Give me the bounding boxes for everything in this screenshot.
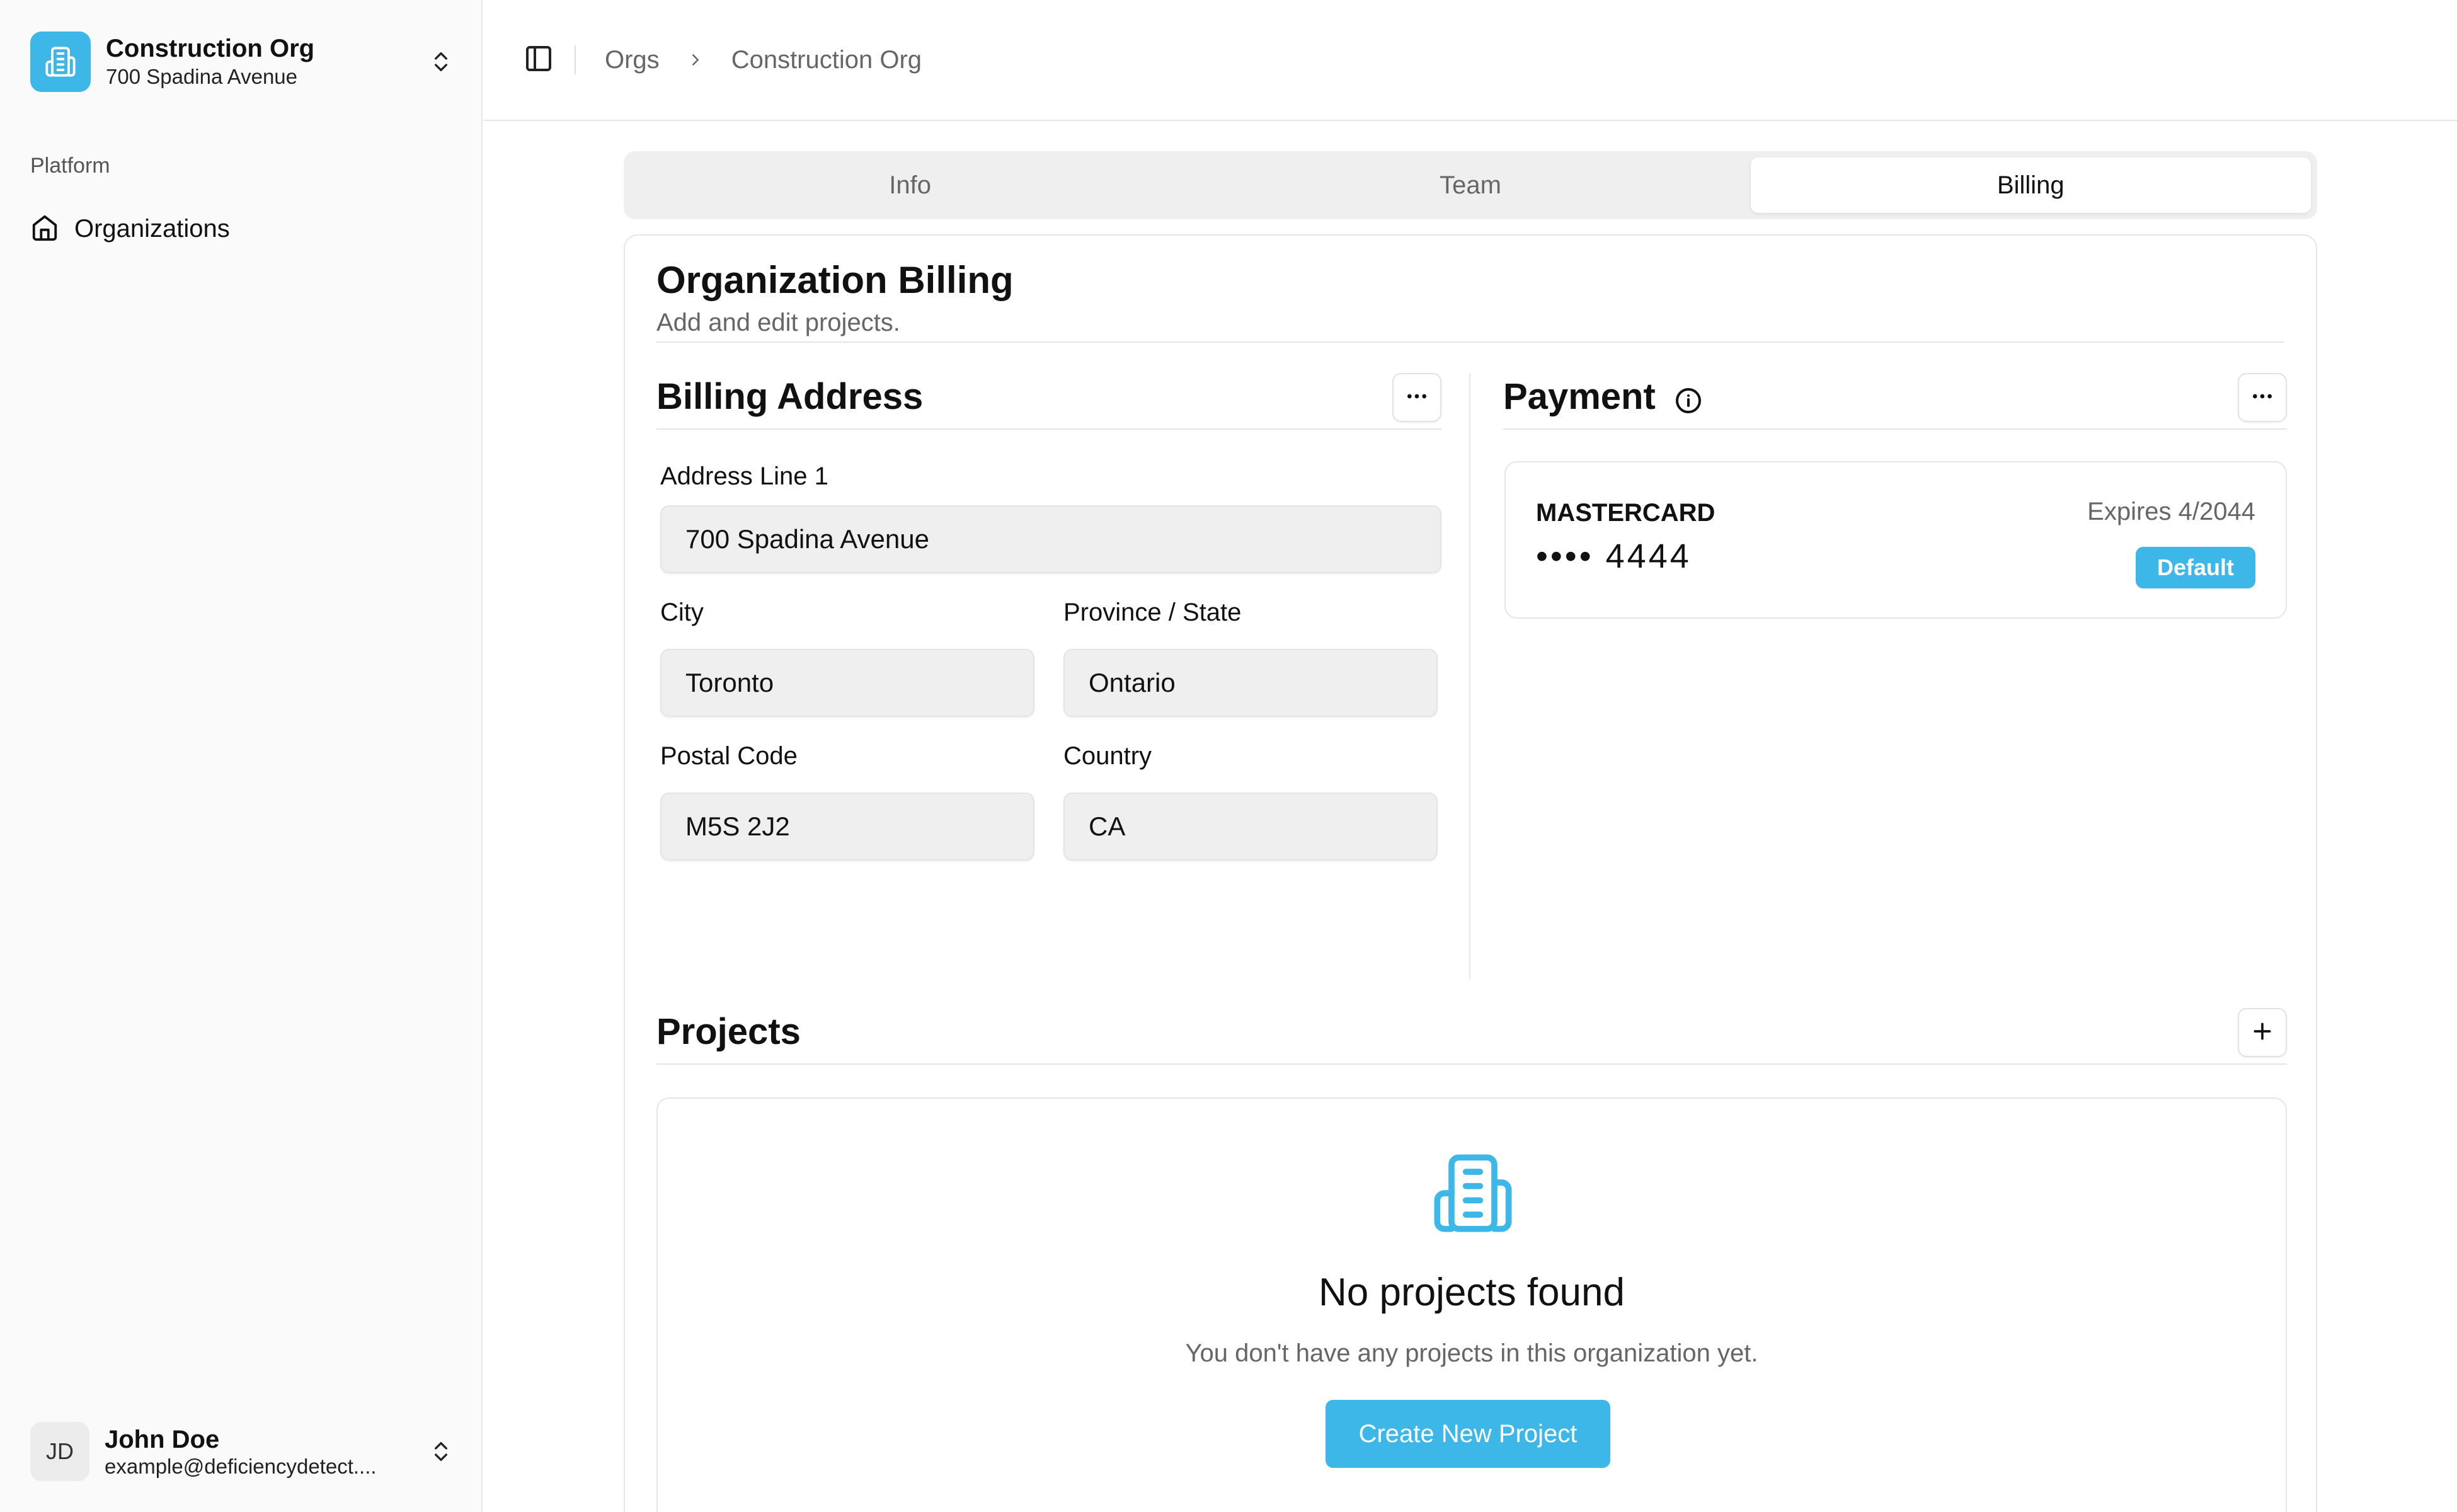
page-title: Organization Billing <box>656 259 1014 301</box>
empty-state-title: No projects found <box>1319 1271 1625 1314</box>
country-field[interactable]: CA <box>1063 793 1438 861</box>
province-field[interactable]: Ontario <box>1063 649 1438 717</box>
divider <box>656 341 2284 343</box>
org-switcher[interactable]: Construction Org 700 Spadina Avenue <box>30 30 459 93</box>
breadcrumb-item-current: Construction Org <box>731 45 922 74</box>
card-brand: MASTERCARD <box>1536 499 1715 527</box>
sidebar-group-label: Platform <box>30 154 110 178</box>
org-name: Construction Org <box>106 35 315 62</box>
address-line-1-field[interactable]: 700 Spadina Avenue <box>660 505 1441 573</box>
card-expiry: Expires 4/2044 <box>2087 498 2255 525</box>
tab-info[interactable]: Info <box>630 158 1190 213</box>
chevrons-up-down-icon <box>423 1434 459 1469</box>
plus-icon <box>2250 1019 2275 1047</box>
panel-left-icon <box>524 43 554 77</box>
building-icon <box>1430 1150 1516 1236</box>
postal-code-field[interactable]: M5S 2J2 <box>660 793 1034 861</box>
billing-card: Organization Billing Add and edit projec… <box>624 234 2317 1512</box>
sidebar: Construction Org 700 Spadina Avenue Plat… <box>0 0 483 1512</box>
chevron-right-icon <box>686 50 705 69</box>
sidebar-toggle-button[interactable] <box>517 38 561 82</box>
column-divider <box>1469 373 1470 979</box>
projects-empty-state: No projects found You don't have any pro… <box>656 1097 2287 1512</box>
default-badge: Default <box>2135 547 2255 588</box>
payment-more-button[interactable] <box>2238 373 2287 422</box>
divider <box>1503 428 2287 430</box>
user-switcher[interactable]: JD John Doe example@deficiencydetect.... <box>30 1420 459 1483</box>
page-subtitle: Add and edit projects. <box>656 309 900 336</box>
postal-code-label: Postal Code <box>660 742 798 770</box>
sidebar-item-label: Organizations <box>74 214 230 243</box>
more-horizontal-icon <box>1404 384 1429 412</box>
user-name: John Doe <box>105 1426 220 1453</box>
divider <box>656 428 1441 430</box>
info-icon[interactable] <box>1673 386 1704 419</box>
chevrons-up-down-icon <box>423 44 459 79</box>
city-field[interactable]: Toronto <box>660 649 1034 717</box>
breadcrumb: Orgs Construction Org <box>605 46 922 74</box>
building-icon <box>30 32 91 92</box>
province-label: Province / State <box>1063 598 1242 626</box>
create-new-project-button[interactable]: Create New Project <box>1326 1400 1610 1468</box>
billing-address-more-button[interactable] <box>1392 373 1441 422</box>
more-horizontal-icon <box>2250 384 2275 412</box>
country-label: Country <box>1063 742 1152 770</box>
payment-title: Payment <box>1503 376 1656 417</box>
tab-team[interactable]: Team <box>1190 158 1750 213</box>
avatar: JD <box>30 1422 89 1481</box>
payment-method-card[interactable]: MASTERCARD •••• 4444 Expires 4/2044 Defa… <box>1504 461 2287 619</box>
org-address: 700 Spadina Avenue <box>106 65 298 88</box>
projects-title: Projects <box>656 1011 801 1052</box>
billing-address-title: Billing Address <box>656 376 924 417</box>
user-email: example@deficiencydetect.... <box>105 1455 377 1478</box>
tab-list: Info Team Billing <box>624 151 2317 219</box>
breadcrumb-item-orgs[interactable]: Orgs <box>605 46 660 74</box>
tab-billing[interactable]: Billing <box>1750 158 2311 213</box>
address-line-1-label: Address Line 1 <box>660 462 828 490</box>
home-icon <box>30 213 59 245</box>
empty-state-description: You don't have any projects in this orga… <box>1185 1339 1758 1367</box>
divider <box>656 1063 2287 1065</box>
top-header: Orgs Construction Org <box>484 0 2457 121</box>
city-label: City <box>660 598 704 626</box>
card-number: •••• 4444 <box>1536 537 1692 575</box>
add-project-button[interactable] <box>2238 1008 2287 1057</box>
sidebar-item-organizations[interactable]: Organizations <box>30 207 230 251</box>
header-divider <box>575 45 576 74</box>
